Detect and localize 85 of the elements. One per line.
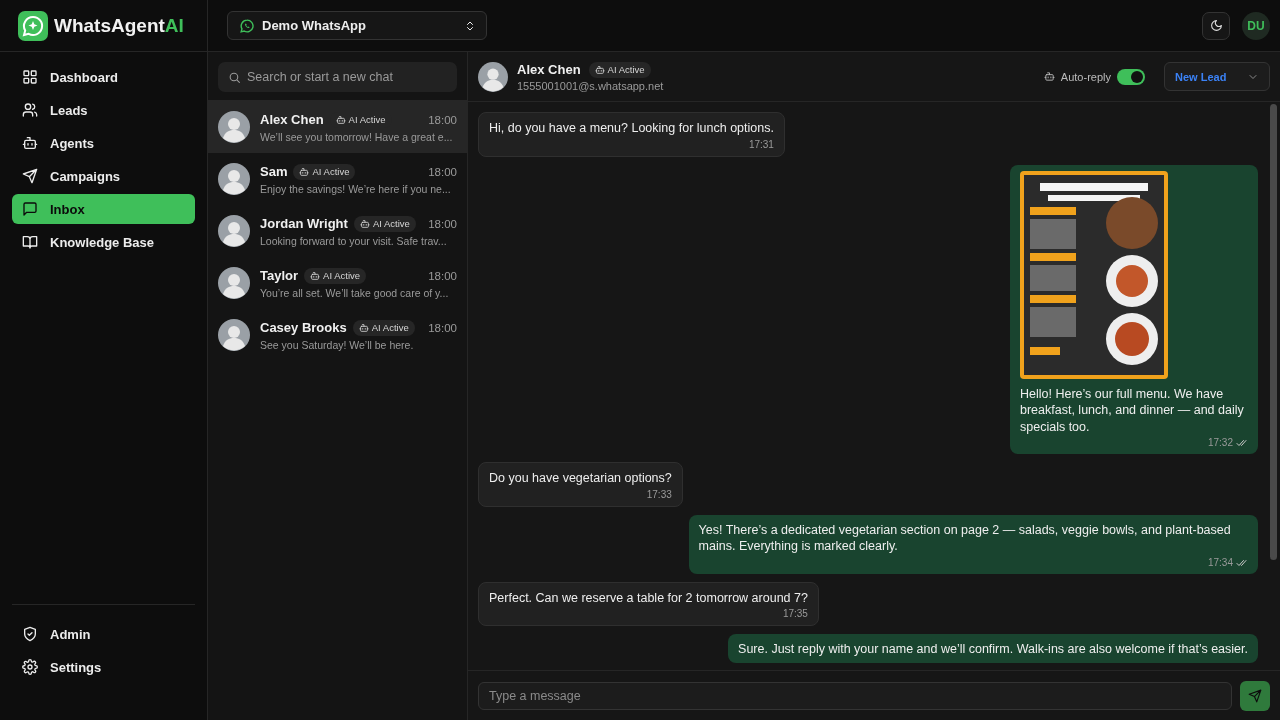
message-text: Yes! There’s a dedicated vegetarian section on page 2 — salads, veggie bowls, and plant-based mains. Everything is marked clearly. (698, 521, 1232, 555)
message-preview: See you Saturday! We’ll be here. (260, 338, 415, 351)
chat-time: 18:00 (428, 113, 457, 126)
grid-icon (22, 69, 38, 85)
message-text: Hello! Here’s our full menu. We have breakfast, lunch, and dinner — and daily specials too. (1020, 385, 1245, 435)
nav-item[interactable]: Campaigns (12, 161, 195, 191)
auto-reply-label: Auto-reply (1060, 70, 1111, 83)
moon-icon (1209, 19, 1223, 32)
avatar (218, 111, 250, 143)
contact-phone: 1555001001@s.whatsapp.net (517, 79, 664, 92)
badge-label: AI Active (372, 217, 410, 230)
send-icon (22, 168, 38, 184)
message-input[interactable]: Type a message (478, 681, 1232, 710)
avatar (478, 61, 508, 92)
message-text: Do you have vegetarian options? (489, 470, 672, 487)
robot-icon (299, 166, 310, 177)
chat-time: 18:00 (428, 217, 457, 230)
message-time: 17:34 (1207, 556, 1233, 569)
book-icon (22, 234, 38, 250)
send-icon (1248, 688, 1262, 703)
message-preview: You’re all set. We’ll take good care of y... (260, 286, 450, 299)
brand-name: WhatsAgentAI (54, 14, 184, 37)
message-time: 17:32 (1207, 437, 1233, 449)
robot-icon (358, 322, 369, 333)
nav-item[interactable]: Dashboard (12, 62, 195, 92)
message-preview: Enjoy the savings! We’re here if you ne... (260, 182, 452, 195)
nav-item[interactable]: Settings (12, 652, 195, 682)
nav-item[interactable]: Admin (12, 619, 195, 649)
message-preview: Looking forward to your visit. Safe trav... (260, 234, 448, 247)
badge-label: AI Active (348, 113, 386, 126)
message-time: 17:31 (748, 138, 774, 151)
robot-icon (359, 218, 370, 229)
contact-name: Alex Chen (260, 112, 324, 127)
contact-name: Casey Brooks (260, 320, 347, 335)
shield-icon (22, 626, 38, 642)
contact-name: Jordan Wright (260, 216, 348, 231)
chat-bubble-icon (240, 18, 254, 33)
contact-name: Alex Chen (517, 62, 581, 77)
user-avatar[interactable]: DU (1242, 11, 1270, 40)
avatar (218, 163, 250, 195)
badge-label: AI Active (323, 269, 361, 282)
users-icon (22, 102, 38, 118)
chat-time: 18:00 (428, 165, 457, 178)
badge-label: AI Active (607, 63, 645, 76)
chat-time: 18:00 (428, 321, 457, 334)
nav-item[interactable]: Inbox (12, 194, 195, 224)
robot-icon (594, 64, 605, 75)
account-select[interactable]: Demo WhatsApp (227, 11, 487, 40)
nav-item[interactable]: Knowledge Base (12, 227, 195, 257)
chat-list-item[interactable]: Alex Chen AI Active 18:00 We’ll see you tomorrow! Have a great e... (208, 101, 467, 153)
avatar (218, 319, 250, 351)
message-time: 17:35 (782, 608, 808, 620)
badge-label: AI Active (312, 165, 350, 178)
theme-button[interactable] (1202, 11, 1230, 40)
chevron-icon (464, 19, 476, 32)
chat-list-item[interactable]: Sam AI Active 18:00 Enjoy the savings! We’re here if you ne... (208, 153, 467, 205)
chat-time: 18:00 (428, 269, 457, 282)
message-text: Sure. Just reply with your name and we’ll confirm. Walk-ins are also welcome if that’s easier. (738, 641, 1248, 658)
message-text: Perfect. Can we reserve a table for 2 tomorrow around 7? (489, 589, 808, 606)
robot-icon (1043, 71, 1055, 82)
auto-reply-toggle[interactable] (1117, 68, 1145, 85)
avatar (218, 215, 250, 247)
nav-item[interactable]: Leads (12, 95, 195, 125)
message-preview: We’ll see you tomorrow! Have a great e... (260, 130, 454, 143)
contact-name: Taylor (260, 268, 299, 283)
message-icon (22, 201, 38, 217)
message-text: Hi, do you have a menu? Looking for lunch options. (489, 120, 774, 137)
logo-icon (18, 10, 48, 41)
chat-list-item[interactable]: Casey Brooks AI Active 18:00 See you Saturday! We’ll be here. (208, 309, 467, 361)
contact-name: Sam (260, 164, 288, 179)
lead-status-select[interactable]: New Lead (1164, 62, 1270, 91)
send-button[interactable] (1240, 680, 1270, 711)
robot-icon (335, 114, 346, 125)
chat-list-item[interactable]: Jordan Wright AI Active 18:00 Looking forward to your visit. Safe trav... (208, 205, 467, 257)
avatar (218, 267, 250, 299)
chat-list-item[interactable]: Taylor AI Active 18:00 You’re all set. We’ll take good care of y... (208, 257, 467, 309)
nav-item[interactable]: Agents (12, 128, 195, 158)
settings-icon (22, 659, 38, 675)
search-icon (228, 70, 241, 84)
badge-label: AI Active (371, 321, 409, 334)
search-field[interactable]: Search or start a new chat (218, 62, 457, 92)
robot-icon (310, 270, 321, 281)
scrollbar-thumb[interactable] (1270, 104, 1277, 560)
robot-icon (22, 135, 38, 151)
message-time: 17:33 (646, 488, 672, 501)
